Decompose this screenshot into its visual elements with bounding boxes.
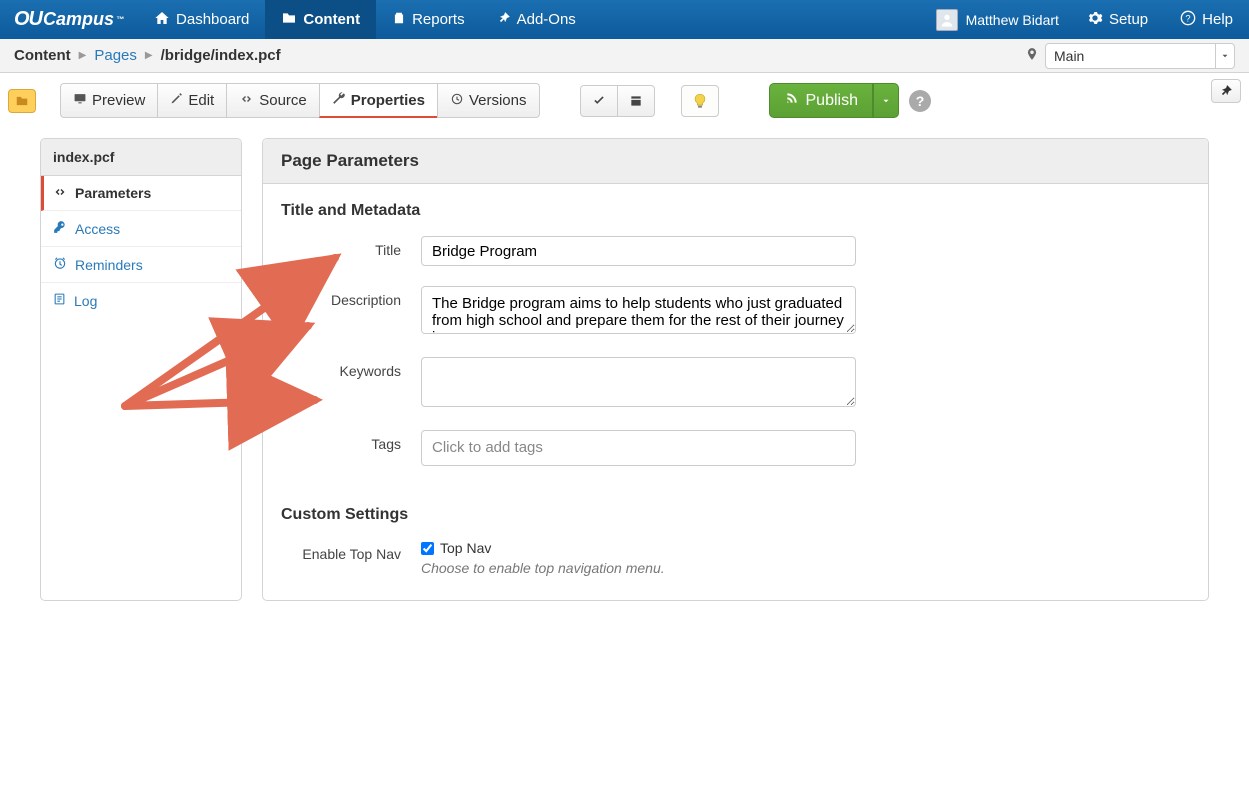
tab-edit-label: Edit [188, 92, 214, 109]
title-field[interactable] [421, 236, 856, 266]
site-select[interactable]: Main [1045, 43, 1235, 69]
gear-icon [1087, 10, 1103, 30]
broadcast-icon [784, 90, 800, 111]
tab-preview-label: Preview [92, 92, 145, 109]
brand-tm: ™ [116, 15, 124, 24]
nav-reports[interactable]: Reports [376, 0, 481, 39]
code-icon [53, 185, 67, 201]
help-icon: ? [1180, 10, 1196, 30]
site-select-value: Main [1054, 48, 1084, 64]
sidebar-item-reminders[interactable]: Reminders [41, 247, 241, 283]
tab-edit[interactable]: Edit [157, 83, 227, 118]
nav-dashboard-label: Dashboard [176, 11, 249, 28]
nav-content[interactable]: Content [265, 0, 376, 39]
save-version-button[interactable] [617, 85, 655, 117]
tab-properties[interactable]: Properties [319, 83, 438, 118]
publish-button[interactable]: Publish [769, 83, 873, 118]
pencil-icon [170, 92, 183, 109]
sidebar-header: index.pcf [41, 139, 241, 176]
section-title-metadata: Title and Metadata [281, 202, 1190, 220]
chevron-right-icon: ▶ [79, 50, 87, 61]
tab-source[interactable]: Source [226, 83, 320, 118]
nav-reports-label: Reports [412, 11, 465, 28]
label-enable-top-nav: Enable Top Nav [281, 540, 421, 562]
user-name: Matthew Bidart [966, 12, 1059, 28]
section-title-custom: Custom Settings [281, 506, 1190, 524]
folder-icon [281, 10, 297, 30]
tab-properties-label: Properties [351, 92, 425, 109]
monitor-icon [73, 92, 87, 109]
chevron-down-icon [1215, 44, 1233, 68]
panel-header: Page Parameters [263, 139, 1208, 184]
sidebar-reminders-label: Reminders [75, 257, 143, 273]
nav-setup-label: Setup [1109, 11, 1148, 28]
nav-addons-label: Add-Ons [517, 11, 576, 28]
page-parameters-panel: Page Parameters Title and Metadata Title… [262, 138, 1209, 601]
user-menu[interactable]: Matthew Bidart [924, 0, 1071, 39]
description-field[interactable] [421, 286, 856, 334]
publish-label: Publish [806, 92, 858, 110]
code-icon [239, 92, 254, 109]
label-title: Title [281, 236, 421, 258]
sidebar-parameters-label: Parameters [75, 185, 151, 201]
brand-suffix: Campus [43, 9, 114, 30]
nav-content-label: Content [303, 11, 360, 28]
main-content: index.pcf Parameters Access Reminders Lo… [0, 138, 1249, 641]
label-description: Description [281, 286, 421, 308]
avatar-icon [936, 9, 958, 31]
publish-button-group: Publish [769, 83, 899, 118]
label-keywords: Keywords [281, 357, 421, 379]
sidebar-item-parameters[interactable]: Parameters [41, 176, 241, 211]
nav-dashboard[interactable]: Dashboard [138, 0, 265, 39]
label-tags: Tags [281, 430, 421, 452]
properties-sidebar: index.pcf Parameters Access Reminders Lo… [40, 138, 242, 601]
sidebar-item-log[interactable]: Log [41, 283, 241, 318]
lightbulb-status-button[interactable] [681, 85, 719, 117]
pin-icon [497, 10, 511, 30]
enable-top-nav-help: Choose to enable top navigation menu. [421, 560, 856, 576]
pin-toolbar-button[interactable] [1211, 79, 1241, 103]
wrench-icon [332, 91, 346, 109]
publish-dropdown-button[interactable] [873, 83, 899, 118]
clock-icon [53, 256, 67, 273]
keywords-field[interactable] [421, 357, 856, 407]
home-icon [154, 10, 170, 30]
sidebar-access-label: Access [75, 221, 120, 237]
history-icon [450, 92, 464, 110]
crumb-root: Content [14, 47, 71, 64]
nav-help[interactable]: ? Help [1164, 0, 1249, 39]
crumb-path: /bridge/index.pcf [161, 47, 281, 64]
tab-versions-label: Versions [469, 92, 527, 109]
nav-help-label: Help [1202, 11, 1233, 28]
nav-setup[interactable]: Setup [1071, 0, 1164, 39]
enable-top-nav-cklabel: Top Nav [440, 540, 491, 556]
key-icon [53, 220, 67, 237]
clipboard-icon [392, 10, 406, 30]
chevron-right-icon: ▶ [145, 50, 153, 61]
breadcrumb: Content ▶ Pages ▶ /bridge/index.pcf Main [0, 39, 1249, 73]
sidebar-log-label: Log [74, 293, 97, 309]
tab-versions[interactable]: Versions [437, 83, 540, 118]
tab-source-label: Source [259, 92, 307, 109]
svg-text:?: ? [1186, 13, 1191, 23]
sidebar-item-access[interactable]: Access [41, 211, 241, 247]
tab-preview[interactable]: Preview [60, 83, 158, 118]
brand-prefix: OU [14, 8, 42, 31]
document-icon [53, 292, 66, 309]
page-toolbar: Preview Edit Source Properties Versions [0, 73, 1249, 138]
tags-field[interactable]: Click to add tags [421, 430, 856, 466]
location-pin-icon[interactable] [1025, 45, 1039, 67]
check-in-button[interactable] [580, 85, 618, 117]
nav-addons[interactable]: Add-Ons [481, 0, 592, 39]
page-tabs: Preview Edit Source Properties Versions [60, 83, 540, 118]
enable-top-nav-checkbox[interactable] [421, 542, 434, 555]
folder-toggle-button[interactable] [8, 89, 36, 113]
crumb-pages[interactable]: Pages [94, 47, 137, 64]
context-help-button[interactable]: ? [909, 90, 931, 112]
brand-logo[interactable]: OU Campus ™ [0, 0, 138, 39]
top-nav: OU Campus ™ Dashboard Content Reports Ad… [0, 0, 1249, 39]
